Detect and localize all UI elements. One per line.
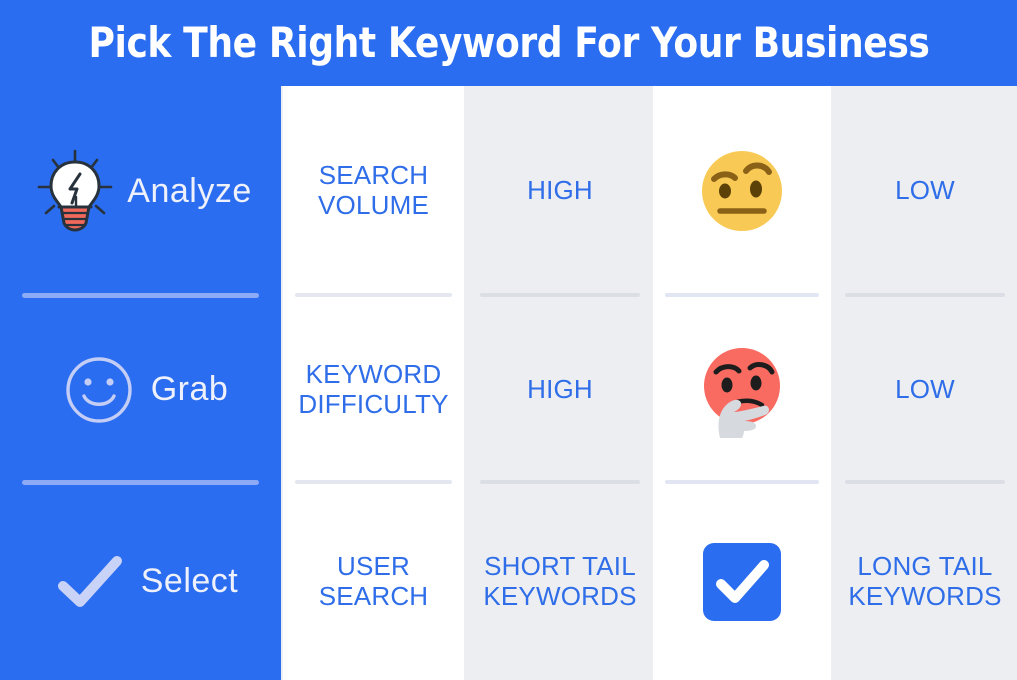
sidebar-step-label: Grab — [150, 370, 229, 408]
page-title: Pick The Right Keyword For Your Business — [87, 18, 930, 67]
cell-text: HIGH — [527, 373, 593, 404]
cell-metric-row2: KEYWORD DIFFICULTY — [283, 296, 464, 483]
raised-eyebrow-emoji — [694, 143, 790, 239]
cell-metric-row1: SEARCH VOLUME — [283, 86, 464, 296]
header-banner: Pick The Right Keyword For Your Business — [0, 0, 1017, 86]
cell-text: SEARCH VOLUME — [317, 160, 429, 220]
column-divider — [295, 293, 452, 297]
sidebar-step-label: Analyze — [127, 171, 252, 210]
cell-text: LOW — [895, 373, 955, 404]
cell-reaction-row3 — [653, 483, 831, 680]
cell-alternative-row2: LOW — [833, 296, 1017, 483]
comparison-board: Analyze Grab Select SEARCH VOLUME KEYWOR… — [0, 86, 1017, 680]
column-divider — [480, 293, 640, 297]
smiley-face-icon — [53, 344, 145, 436]
sidebar-divider — [22, 480, 259, 485]
column-divider — [295, 480, 452, 484]
cell-text: HIGH — [527, 175, 593, 206]
cell-metric-row3: USER SEARCH — [283, 483, 464, 680]
column-metric: SEARCH VOLUME KEYWORD DIFFICULTY USER SE… — [283, 86, 464, 680]
column-level: HIGH HIGH SHORT TAIL KEYWORDS — [468, 86, 652, 680]
cell-text: SHORT TAIL KEYWORDS — [483, 550, 637, 611]
cell-reaction-row2 — [653, 296, 831, 483]
blue-checkbox-icon[interactable] — [701, 541, 783, 623]
infographic-root: Pick The Right Keyword For Your Business — [0, 0, 1017, 680]
cell-level-row1: HIGH — [468, 86, 652, 296]
cell-level-row3: SHORT TAIL KEYWORDS — [468, 483, 652, 680]
steps-sidebar: Analyze Grab Select — [0, 86, 281, 680]
column-reaction — [653, 86, 831, 680]
column-divider — [665, 293, 819, 297]
cell-text: USER SEARCH — [318, 550, 429, 611]
column-divider — [480, 480, 640, 484]
sidebar-step-label: Select — [140, 562, 239, 600]
sidebar-divider — [22, 293, 259, 298]
sidebar-step-select[interactable]: Select — [0, 483, 281, 680]
checkmark-icon — [43, 536, 135, 628]
sidebar-step-analyze[interactable]: Analyze — [0, 86, 281, 296]
cell-alternative-row3: LONG TAIL KEYWORDS — [833, 483, 1017, 680]
cell-alternative-row1: LOW — [833, 86, 1017, 296]
lightbulb-icon — [29, 145, 121, 237]
column-divider — [665, 480, 819, 484]
cell-text: LOW — [895, 175, 955, 206]
cell-reaction-row1 — [653, 86, 831, 296]
column-divider — [845, 293, 1005, 297]
cell-text: LONG TAIL KEYWORDS — [848, 550, 1002, 611]
sidebar-step-grab[interactable]: Grab — [0, 296, 281, 483]
column-alternative: LOW LOW LONG TAIL KEYWORDS — [833, 86, 1017, 680]
thinking-face-emoji — [694, 342, 790, 438]
column-divider — [845, 480, 1005, 484]
cell-text: KEYWORD DIFFICULTY — [298, 358, 449, 419]
cell-level-row2: HIGH — [468, 296, 652, 483]
